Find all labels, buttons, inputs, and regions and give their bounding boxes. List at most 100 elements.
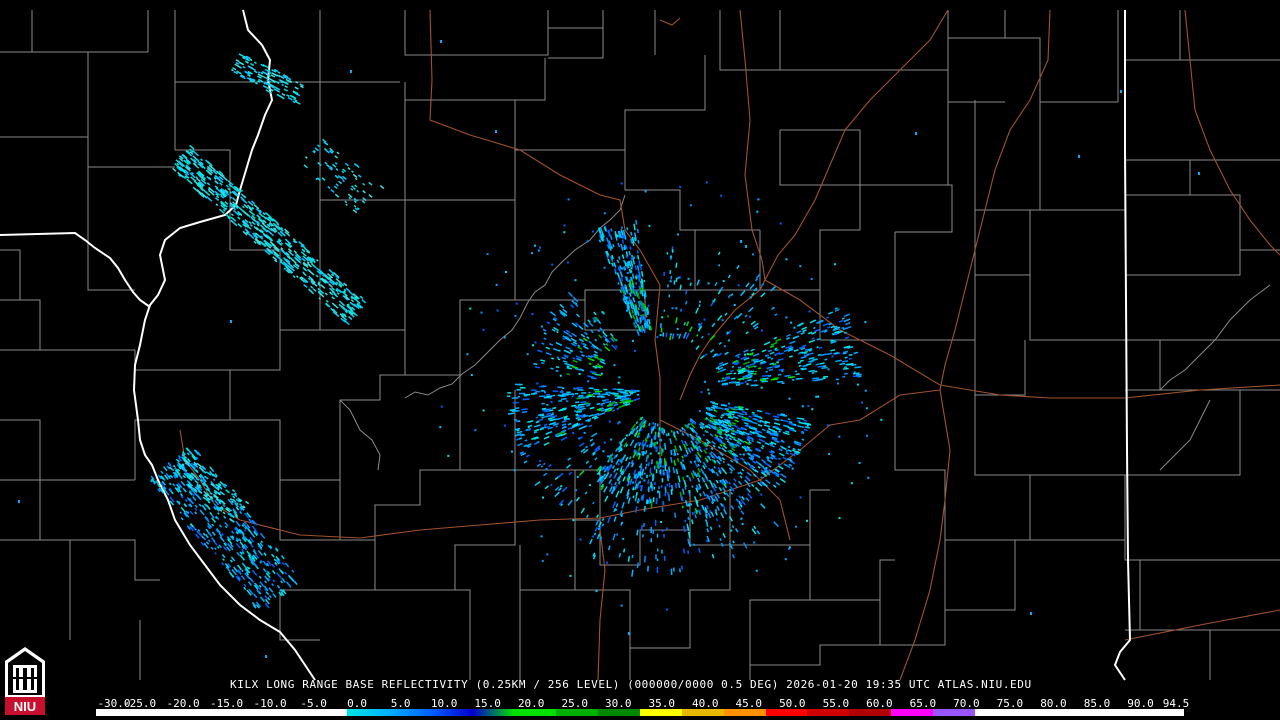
echo-pixel [593, 311, 597, 316]
echo-pixel [779, 222, 782, 225]
echo-pixel [563, 231, 566, 234]
echo-pixel [560, 389, 563, 392]
echo-pixel [659, 438, 661, 441]
echo-pixel [534, 341, 537, 344]
echo-pixel [474, 429, 477, 432]
echo-pixel [801, 405, 804, 408]
echo-pixel [558, 400, 563, 402]
echo-pixel [544, 485, 550, 490]
echo-pixel [518, 392, 526, 395]
echo-pixel [597, 527, 600, 530]
echo-pixel [543, 337, 547, 341]
echo-pixel [799, 496, 802, 499]
echo-pixel [706, 528, 710, 533]
echo-pixel [661, 507, 664, 512]
echo-pixel [317, 161, 322, 166]
echo-pixel [656, 461, 659, 469]
echo-pixel [589, 406, 595, 410]
echo-pixel [744, 314, 748, 318]
echo-pixel [574, 279, 577, 282]
echo-pixel [765, 467, 768, 469]
echo-pixel [599, 348, 602, 351]
echo-pixel [663, 443, 666, 446]
echo-pixel [667, 432, 670, 436]
echo-pixel [661, 316, 664, 319]
echo-pixel [633, 442, 638, 449]
echo-pixel [614, 271, 618, 275]
echo-pixel [815, 363, 820, 366]
echo-pixel [635, 282, 638, 285]
echo-pixel [610, 438, 613, 441]
echo-pixel [643, 472, 646, 475]
echo-pixel [603, 486, 608, 493]
echo-pixel [271, 563, 276, 568]
echo-pixel [174, 163, 177, 166]
echo-pixel [631, 569, 634, 577]
echo-pixel [699, 493, 702, 497]
echo-pixel [658, 427, 661, 431]
echo-pixel [362, 189, 366, 194]
echo-pixel [710, 302, 714, 307]
echo-pixel [709, 433, 714, 437]
echo-pixel [325, 299, 329, 303]
echo-pixel [596, 514, 599, 518]
echo-pixel [626, 272, 629, 274]
echo-pixel [780, 419, 783, 422]
echo-pixel [585, 460, 590, 465]
echo-pixel [752, 253, 754, 256]
echo-pixel [711, 322, 716, 328]
echo-pixel [797, 352, 801, 355]
echo-pixel [605, 237, 610, 244]
echo-pixel [295, 81, 299, 84]
echo-pixel [866, 434, 869, 437]
echo-pixel [718, 524, 721, 528]
echo-pixel [212, 478, 216, 481]
echo-pixel [232, 495, 236, 499]
radar-map [0, 9, 1280, 681]
echo-pixel [650, 459, 653, 465]
echo-pixel [771, 306, 775, 311]
echo-pixel [568, 334, 573, 338]
echo-pixel [828, 453, 830, 455]
echo-pixel [184, 498, 188, 503]
echo-pixel [243, 583, 247, 588]
echo-pixel [347, 167, 351, 170]
echo-pixel [636, 330, 640, 336]
echo-pixel [550, 483, 553, 487]
echo-pixel [542, 328, 547, 332]
echo-pixel [663, 309, 666, 312]
echo-pixel [618, 404, 625, 409]
echo-pixel [335, 167, 339, 172]
echo-pixel [647, 479, 650, 485]
echo-pixel [750, 348, 755, 352]
echo-pixel [612, 533, 616, 541]
echo-pixel [620, 226, 623, 229]
echo-pixel [538, 459, 542, 463]
echo-pixel [609, 333, 614, 338]
echo-pixel [613, 516, 617, 522]
echo-pixel [740, 517, 743, 520]
echo-pixel [593, 532, 597, 536]
echo-pixel [333, 185, 338, 190]
echo-pixel [630, 389, 636, 392]
echo-pixel [764, 442, 770, 446]
echo-pixel [693, 543, 696, 546]
echo-pixel [579, 538, 582, 541]
echo-pixel [368, 181, 373, 186]
echo-pixel [344, 200, 348, 204]
echo-pixel [579, 407, 586, 411]
echo-pixel [676, 452, 679, 456]
echo-pixel [838, 435, 841, 438]
echo-pixel [666, 469, 669, 476]
echo-pixel [737, 284, 740, 287]
echo-pixel [636, 228, 639, 233]
echo-pixel [575, 313, 581, 318]
echo-pixel [734, 419, 739, 423]
echo-pixel [637, 240, 640, 244]
echo-pixel [552, 407, 557, 410]
echo-pixel [248, 210, 256, 216]
echo-pixel [718, 487, 722, 492]
echo-pixel [524, 439, 528, 442]
echo-pixel [557, 394, 565, 397]
echo-pixel [257, 550, 264, 556]
